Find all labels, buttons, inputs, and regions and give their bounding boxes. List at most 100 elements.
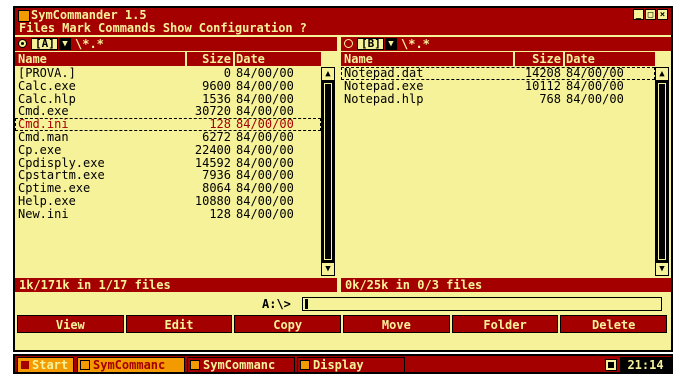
right-col-size[interactable]: Size [529, 52, 561, 66]
menu-mark[interactable]: Mark [62, 22, 91, 35]
right-scrollbar[interactable]: ▲ ▼ [655, 67, 669, 276]
file-size: 768 [539, 91, 561, 106]
file-name: New.ini [18, 206, 69, 221]
left-col-date[interactable]: Date [236, 52, 265, 66]
menu-show[interactable]: Show [163, 22, 192, 35]
file-name: Cmd.man [18, 129, 69, 144]
file-date: 84/00/00 [566, 67, 624, 80]
file-row[interactable]: Help.exe 10880 84/00/00 [15, 195, 321, 208]
right-panel-radio[interactable] [344, 39, 353, 48]
right-panel-header: [B] ▼ \*.* [341, 37, 671, 51]
close-button[interactable]: × [657, 9, 668, 20]
file-date: 84/00/00 [236, 193, 294, 208]
left-drive-select[interactable]: [A] [31, 38, 58, 50]
file-date: 84/00/00 [566, 91, 624, 106]
chevron-down-icon: ▼ [62, 39, 68, 49]
task-label: Display [313, 358, 364, 372]
taskbar: Start SymCommanc SymCommanc Display 21:1… [13, 354, 673, 374]
file-name: Notepad.hlp [344, 91, 424, 106]
file-date: 84/00/00 [236, 78, 294, 93]
file-name: Help.exe [18, 193, 76, 208]
file-name: Notepad.exe [344, 78, 424, 93]
file-name: [PROVA.] [18, 67, 76, 80]
command-input[interactable] [302, 297, 662, 311]
task-symcommander-1[interactable]: SymCommanc [77, 357, 185, 373]
left-drive-dropdown[interactable]: ▼ [59, 38, 71, 50]
task-symcommander-2[interactable]: SymCommanc [187, 357, 295, 373]
move-button[interactable]: Move [343, 315, 450, 333]
left-panel-header: [A] ▼ \*.* [15, 37, 337, 51]
file-row[interactable]: Calc.exe 9600 84/00/00 [15, 78, 321, 93]
file-size: 14208 [524, 67, 561, 80]
right-drive-dropdown[interactable]: ▼ [385, 38, 397, 50]
close-icon: × [659, 10, 666, 20]
task-label: SymCommanc [93, 358, 166, 372]
menu-bar: Files Mark Commands Show Configuration ? [15, 22, 671, 35]
start-button[interactable]: Start [17, 357, 74, 373]
scroll-down-icon[interactable]: ▼ [322, 263, 334, 275]
scroll-track[interactable] [658, 83, 666, 260]
right-status: 0k/25k in 0/3 files [341, 278, 671, 292]
action-bar: View Edit Copy Move Folder Delete [17, 315, 668, 333]
command-prompt: A:\> [262, 297, 291, 311]
right-col-name[interactable]: Name [344, 52, 373, 66]
left-file-list: [PROVA.] 0 84/00/00 Calc.exe 9600 84/00/00 Cal… [15, 67, 321, 276]
file-row[interactable]: Cmd.man 6272 84/00/00 [15, 131, 321, 144]
window-controls: _ □ × [633, 9, 668, 20]
left-panel-radio[interactable] [18, 39, 27, 48]
scroll-up-icon[interactable]: ▲ [322, 68, 334, 80]
menu-files[interactable]: Files [19, 22, 55, 35]
file-name: Notepad.dat [344, 67, 424, 80]
left-scrollbar[interactable]: ▲ ▼ [321, 67, 335, 276]
clock: 21:14 [620, 357, 671, 373]
scroll-up-icon[interactable]: ▲ [656, 68, 668, 80]
file-date: 84/00/00 [566, 78, 624, 93]
menu-help[interactable]: ? [300, 22, 307, 35]
file-row[interactable]: Notepad.hlp 768 84/00/00 [341, 91, 655, 106]
task-label: SymCommanc [203, 358, 276, 372]
file-date: 84/00/00 [236, 142, 294, 157]
start-label: Start [32, 358, 69, 372]
command-line: A:\> [15, 296, 671, 312]
file-size: 0 [223, 67, 231, 80]
left-path: \*.* [75, 37, 104, 51]
app-icon [190, 360, 200, 370]
file-date: 84/00/00 [236, 67, 294, 80]
left-col-size[interactable]: Size [201, 52, 231, 66]
title-bar[interactable]: SymCommander 1.5 _ □ × [15, 8, 671, 22]
maximize-button[interactable]: □ [645, 9, 656, 20]
file-size: 128 [209, 206, 231, 221]
view-button[interactable]: View [17, 315, 124, 333]
file-row[interactable]: Notepad.exe 10112 84/00/00 [341, 78, 655, 93]
start-icon [21, 361, 29, 369]
scroll-track[interactable] [324, 83, 332, 260]
file-row[interactable]: [PROVA.] 0 84/00/00 [15, 67, 321, 80]
file-row[interactable]: Notepad.dat 14208 84/00/00 [341, 67, 655, 80]
delete-button[interactable]: Delete [560, 315, 668, 333]
scroll-down-icon[interactable]: ▼ [656, 263, 668, 275]
left-status: 1k/171k in 1/17 files [15, 278, 337, 292]
edit-button[interactable]: Edit [125, 315, 233, 333]
left-col-name[interactable]: Name [18, 52, 47, 66]
minimize-button[interactable]: _ [633, 9, 644, 20]
file-row[interactable]: Cp.exe 22400 84/00/00 [15, 142, 321, 157]
file-size: 10112 [524, 78, 561, 93]
right-path: \*.* [401, 37, 430, 51]
right-col-date[interactable]: Date [566, 52, 595, 66]
text-caret [305, 299, 308, 309]
right-column-header: Name Size Date [341, 52, 655, 66]
right-drive-select[interactable]: [B] [357, 38, 384, 50]
display-icon [300, 360, 310, 370]
file-name: Cp.exe [18, 142, 62, 157]
folder-button[interactable]: Folder [451, 315, 559, 333]
file-name: Calc.exe [18, 78, 76, 93]
file-size: 10880 [194, 193, 231, 208]
maximize-icon: □ [647, 10, 654, 20]
task-display[interactable]: Display [297, 357, 405, 373]
tray-icon[interactable] [605, 359, 617, 371]
file-date: 84/00/00 [236, 206, 294, 221]
file-row[interactable]: New.ini 128 84/00/00 [15, 206, 321, 221]
menu-configuration[interactable]: Configuration [199, 22, 293, 35]
copy-button[interactable]: Copy [234, 315, 342, 333]
menu-commands[interactable]: Commands [98, 22, 156, 35]
